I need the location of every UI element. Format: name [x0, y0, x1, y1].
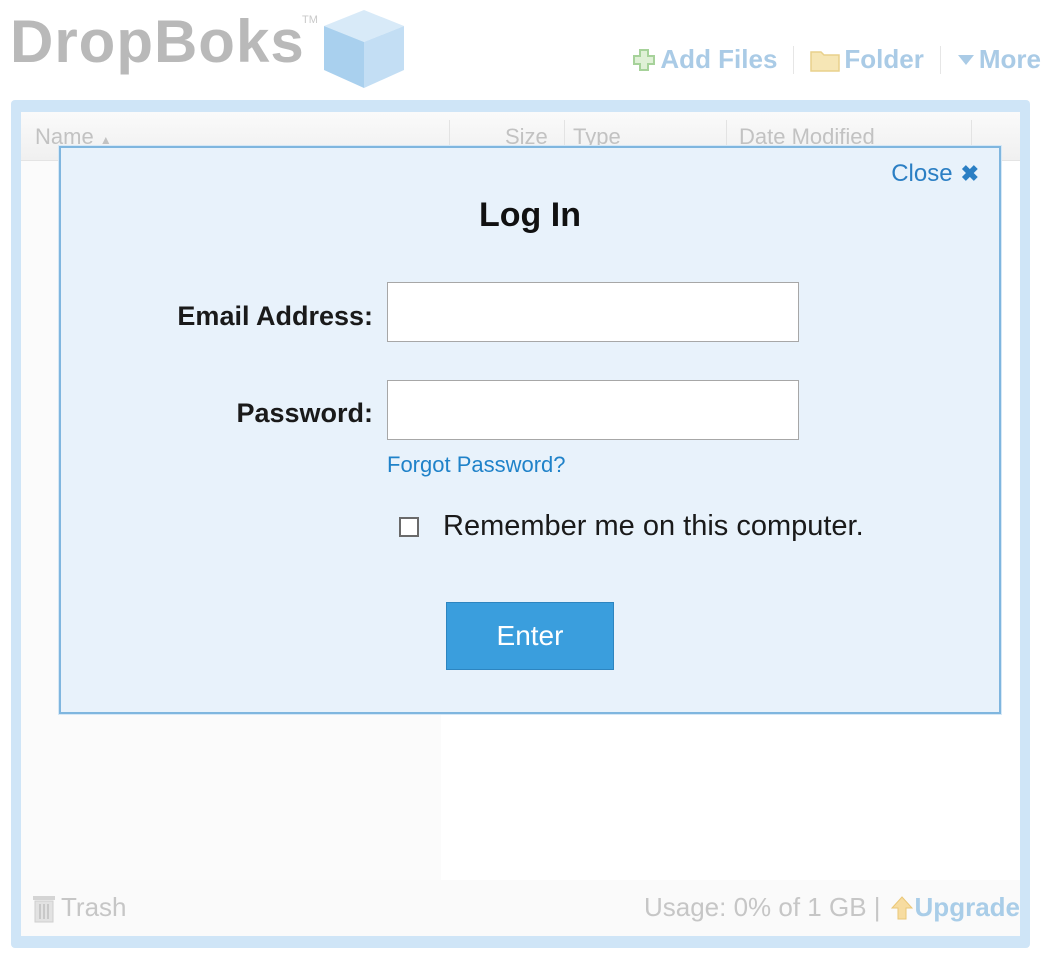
close-icon: ✖	[960, 161, 979, 186]
usage-info: Usage: 0% of 1 GB | Upgrade	[644, 892, 1020, 923]
more-menu-button[interactable]: More	[957, 44, 1041, 75]
usage-text: Usage: 0% of 1 GB |	[643, 892, 881, 922]
toolbar: Add Files Folder More	[632, 44, 1041, 75]
close-button[interactable]: Close ✖	[891, 160, 979, 188]
folder-icon	[810, 50, 841, 72]
trash-icon	[33, 895, 55, 922]
trash-link[interactable]: Trash	[31, 892, 127, 923]
sort-asc-icon: ▲	[99, 133, 112, 147]
dialog-title: Log In	[479, 196, 581, 234]
browser-footer: Trash Usage: 0% of 1 GB | Upgrade	[21, 880, 1020, 936]
add-files-button[interactable]: Add Files	[632, 44, 777, 75]
upgrade-link[interactable]: Upgrade	[890, 892, 1020, 923]
new-folder-button[interactable]: Folder	[810, 44, 924, 75]
logo[interactable]: DropBoks	[10, 0, 305, 96]
trash-label: Trash	[61, 892, 127, 922]
close-label: Close	[891, 160, 953, 187]
arrow-up-icon	[890, 895, 913, 919]
toolbar-divider	[939, 45, 941, 74]
enter-button[interactable]: Enter	[446, 602, 614, 670]
plus-icon	[633, 48, 656, 71]
remember-me-checkbox[interactable]	[399, 516, 419, 537]
email-field[interactable]	[387, 282, 799, 342]
logo-text: DropBoks	[10, 8, 305, 75]
email-label: Email Address:	[177, 301, 373, 331]
password-label: Password:	[236, 398, 373, 428]
folder-label: Folder	[844, 44, 924, 74]
logo-tm: TM	[302, 14, 318, 26]
cube-logo-icon	[324, 10, 404, 88]
upgrade-label: Upgrade	[914, 892, 1020, 922]
remember-me-label[interactable]: Remember me on this computer.	[443, 510, 864, 543]
add-files-label: Add Files	[660, 44, 778, 74]
forgot-password-link[interactable]: Forgot Password?	[387, 452, 566, 478]
more-label: More	[978, 44, 1041, 74]
login-dialog: Close ✖ Log In Email Address: Password: …	[59, 146, 1001, 714]
remember-me-row: Remember me on this computer.	[399, 510, 864, 543]
password-field[interactable]	[387, 380, 799, 440]
chevron-down-icon	[957, 54, 974, 65]
toolbar-divider	[793, 45, 795, 74]
